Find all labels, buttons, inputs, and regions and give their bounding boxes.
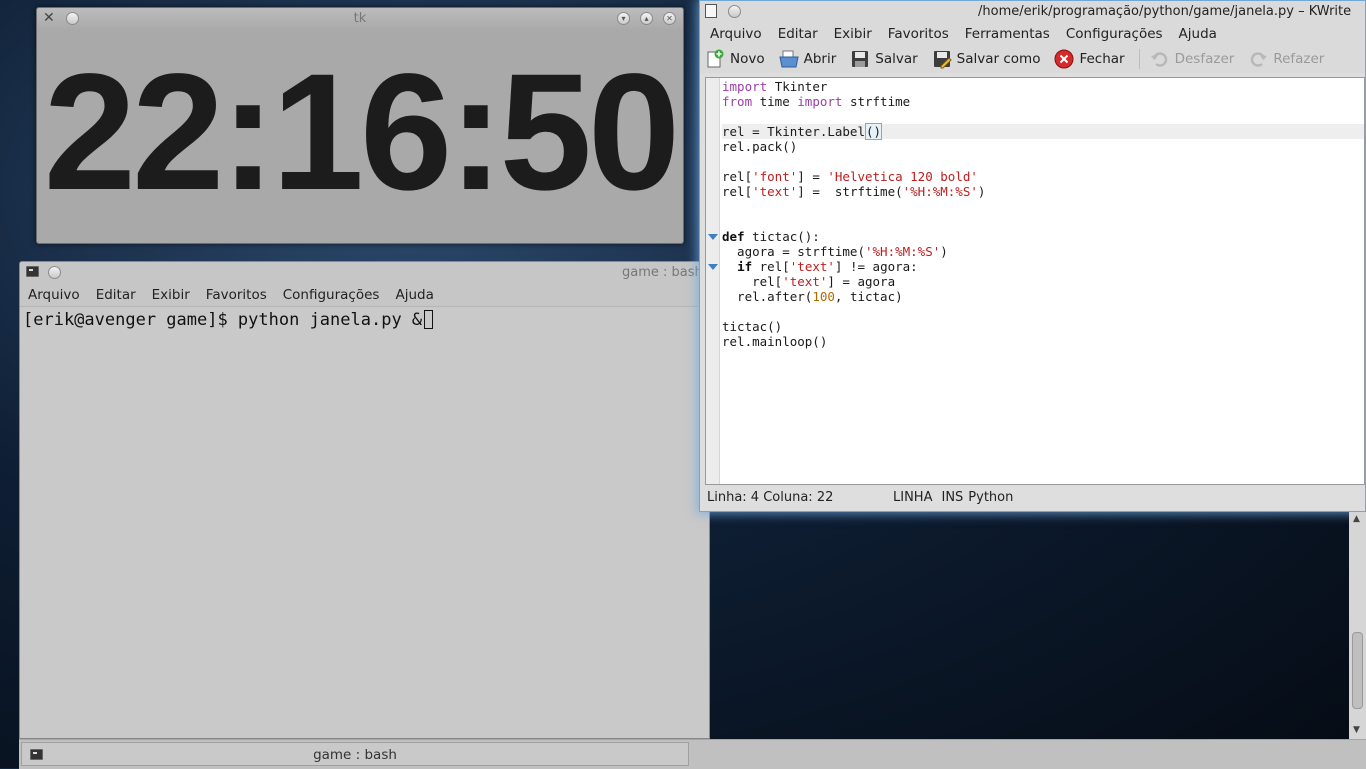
code-token: from [722, 94, 753, 109]
close-icon[interactable]: ✕ [663, 12, 676, 25]
code-line: rel.pack() [722, 139, 798, 154]
insert-mode[interactable]: INS [941, 490, 963, 505]
terminal-output[interactable]: [erik@avenger game]$ python janela.py & [20, 306, 709, 738]
close-red-icon [1054, 49, 1074, 69]
scroll-down-icon[interactable]: ▼ [1353, 725, 1360, 735]
kwrite-window-title: /home/erik/programação/python/game/janel… [978, 4, 1352, 19]
terminal-menu-button[interactable] [48, 266, 61, 279]
status-bar: Linha: 4 Coluna: 22 LINHA INS Python [700, 487, 1365, 507]
minimize-icon[interactable]: ▾ [617, 12, 630, 25]
code-line: rel.after(100, tictac) [722, 289, 903, 304]
code-token: Tkinter [774, 79, 828, 94]
code-line: tictac() [722, 319, 783, 334]
tk-window-title: tk [353, 11, 367, 26]
clock-label: 22:16:50 [43, 40, 681, 225]
code-line: rel['text'] = agora [722, 274, 896, 289]
code-token: import [797, 94, 843, 109]
undo-icon [1150, 49, 1170, 69]
taskbar-item-terminal[interactable]: game : bash [21, 742, 689, 766]
code-line: rel['font'] = 'Helvetica 120 bold' [722, 169, 978, 184]
undo-label: Desfazer [1174, 51, 1235, 67]
fold-gutter [706, 78, 720, 484]
undo-button[interactable]: Desfazer [1150, 49, 1235, 69]
terminal-icon[interactable] [26, 266, 39, 277]
kwrite-titlebar[interactable]: /home/erik/programação/python/game/janel… [700, 1, 1365, 23]
code-token: import [722, 79, 768, 94]
kwrite-window: /home/erik/programação/python/game/janel… [699, 0, 1366, 512]
text-cursor [424, 310, 434, 329]
code-line: import Tkinter [722, 79, 1364, 94]
terminal-titlebar[interactable]: game : bash [20, 262, 709, 284]
close-button[interactable]: Fechar [1054, 49, 1125, 69]
terminal-window-title: game : bash [622, 265, 703, 280]
code-line: rel.mainloop() [722, 334, 828, 349]
scroll-up-icon[interactable]: ▲ [1353, 514, 1360, 524]
redo-label: Refazer [1273, 51, 1325, 67]
tk-titlebar[interactable]: ✕ tk ▾ ▴ ✕ [37, 8, 683, 30]
open-label: Abrir [803, 51, 837, 67]
new-document-icon [705, 49, 725, 69]
new-label: Novo [730, 51, 765, 67]
kwrite-menu-button[interactable] [728, 5, 741, 18]
scrollbar-thumb[interactable] [1352, 632, 1363, 709]
vertical-scrollbar[interactable]: ▲ ▼ [1349, 512, 1366, 739]
code-line: agora = strftime('%H:%M:%S') [722, 244, 948, 259]
open-button[interactable]: Abrir [778, 49, 837, 69]
redo-button[interactable]: Refazer [1248, 49, 1324, 69]
menu-ferramentas[interactable]: Ferramentas [965, 26, 1050, 42]
floppy-icon [850, 49, 870, 69]
code-line: from time import strftime [722, 94, 911, 109]
code-line-current: rel = Tkinter.Label() [722, 123, 1364, 140]
new-button[interactable]: Novo [705, 49, 765, 69]
menu-exibir[interactable]: Exibir [834, 26, 872, 42]
menu-favoritos[interactable]: Favoritos [888, 26, 949, 42]
tk-window: ✕ tk ▾ ▴ ✕ 22:16:50 [36, 7, 684, 244]
kwrite-menubar: Arquivo Editar Exibir Favoritos Ferramen… [700, 23, 1365, 45]
save-button[interactable]: Salvar [850, 49, 918, 69]
syntax-mode[interactable]: Python [968, 490, 1013, 505]
taskbar-item-label: game : bash [313, 747, 397, 763]
fold-marker-icon[interactable] [708, 264, 718, 270]
save-as-button[interactable]: Salvar como [932, 49, 1041, 69]
code-editor[interactable]: import Tkinter from time import strftime… [705, 77, 1365, 485]
fold-marker-icon[interactable] [708, 234, 718, 240]
terminal-menubar: Arquivo Editar Exibir Favoritos Configur… [20, 284, 709, 306]
kwrite-toolbar: Novo Abrir Salvar Salvar como Fechar Des… [700, 45, 1365, 73]
save-label: Salvar [875, 51, 918, 67]
menu-editar[interactable]: Editar [96, 287, 136, 303]
toolbar-separator [1138, 49, 1140, 69]
menu-arquivo[interactable]: Arquivo [28, 287, 80, 303]
menu-ajuda[interactable]: Ajuda [395, 287, 433, 303]
maximize-icon[interactable]: ▴ [640, 12, 653, 25]
code-line: rel['text'] = strftime('%H:%M:%S') [722, 184, 986, 199]
menu-favoritos[interactable]: Favoritos [206, 287, 267, 303]
menu-editar[interactable]: Editar [778, 26, 818, 42]
save-as-label: Salvar como [956, 51, 1041, 67]
menu-arquivo[interactable]: Arquivo [710, 26, 762, 42]
close-label: Fechar [1079, 51, 1125, 67]
terminal-window: game : bash Arquivo Editar Exibir Favori… [19, 261, 710, 739]
cursor-position: Linha: 4 Coluna: 22 [707, 489, 834, 505]
redo-icon [1248, 49, 1268, 69]
open-folder-icon [778, 49, 799, 69]
selection-mode[interactable]: LINHA [893, 490, 932, 505]
save-as-icon [932, 49, 952, 69]
menu-exibir[interactable]: Exibir [152, 287, 190, 303]
code-line: if rel['text'] != agora: [737, 259, 918, 274]
kwrite-app-icon[interactable] [705, 4, 717, 18]
menu-configuracoes[interactable]: Configurações [1066, 26, 1163, 42]
code-line: def tictac(): [722, 229, 820, 244]
terminal-prompt: [erik@avenger game]$ python janela.py & [23, 310, 434, 330]
taskbar: game : bash [19, 739, 1366, 769]
code-text: import Tkinter from time import strftime… [722, 79, 1364, 349]
prompt-text: [erik@avenger game]$ python janela.py & [23, 310, 423, 330]
menu-ajuda[interactable]: Ajuda [1179, 26, 1217, 42]
menu-configuracoes[interactable]: Configurações [283, 287, 380, 303]
